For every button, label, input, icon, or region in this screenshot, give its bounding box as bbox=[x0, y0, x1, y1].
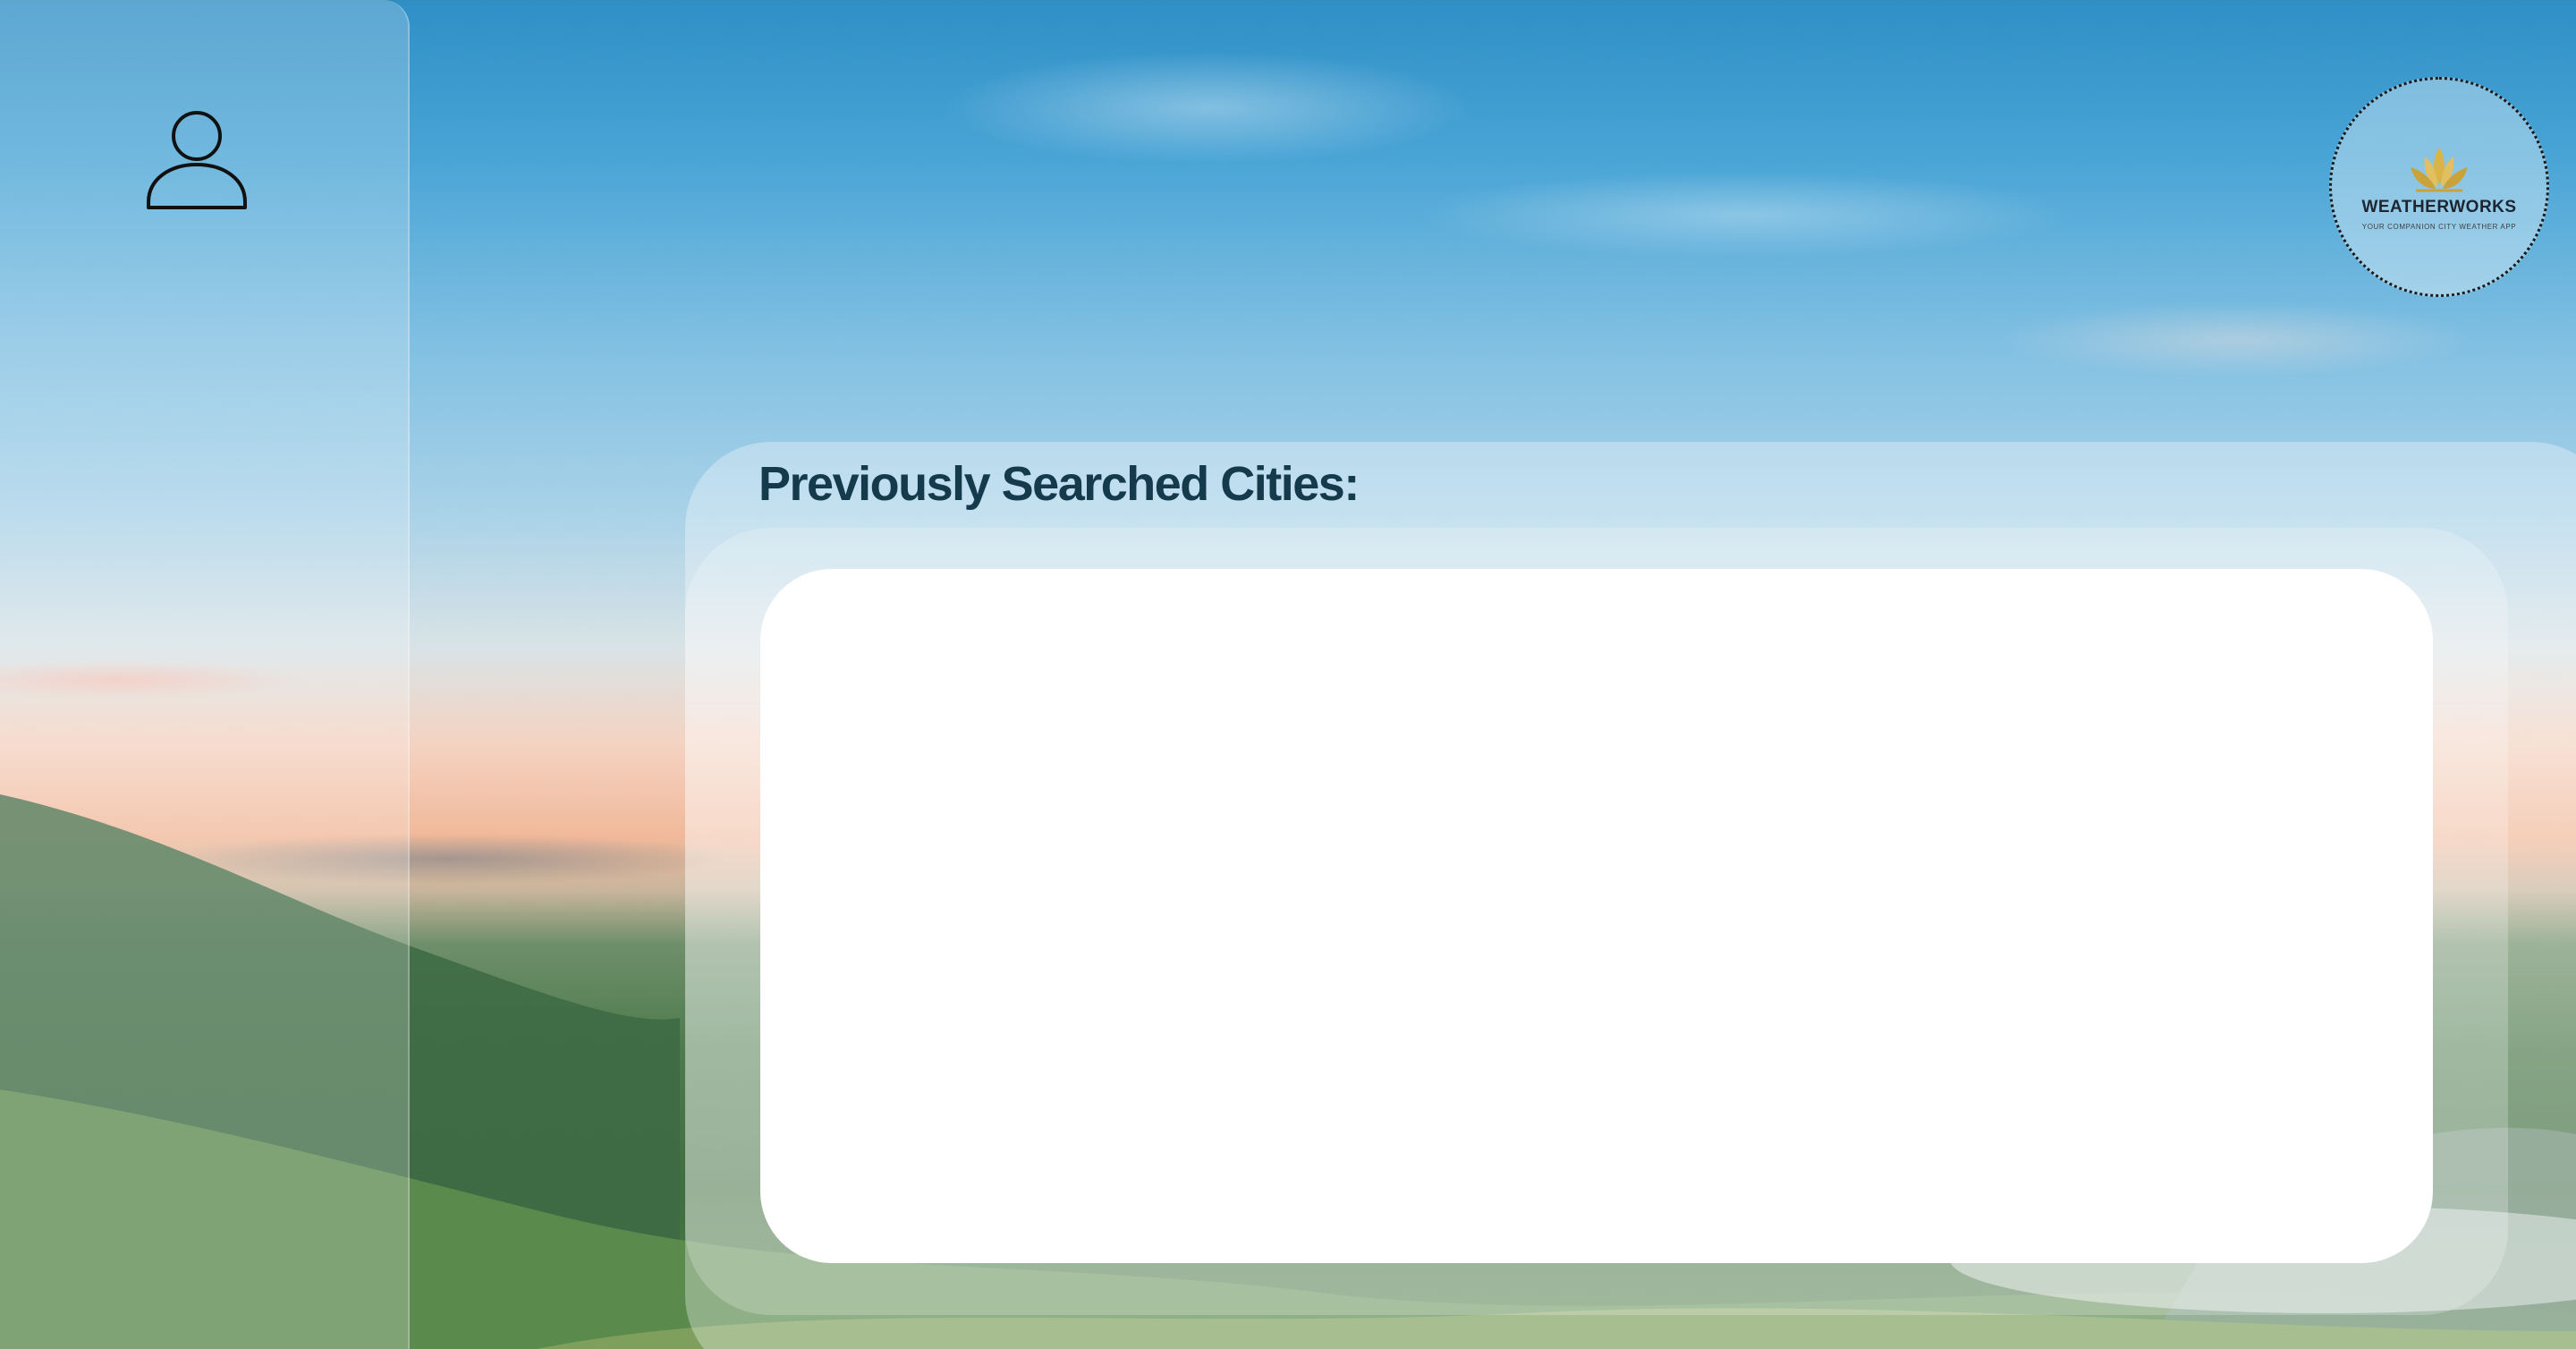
logo-title: WEATHERWORKS bbox=[2361, 197, 2517, 216]
logo-tagline: YOUR COMPANION CITY WEATHER APP bbox=[2361, 222, 2517, 231]
user-icon[interactable] bbox=[143, 106, 250, 213]
weatherworks-logo[interactable]: WEATHERWORKS YOUR COMPANION CITY WEATHER… bbox=[2329, 77, 2549, 297]
page-title: Previously Searched Cities: bbox=[758, 457, 1360, 511]
searched-cities-list[interactable] bbox=[760, 569, 2433, 1263]
lotus-icon bbox=[2411, 147, 2468, 191]
sidebar bbox=[0, 0, 410, 1349]
